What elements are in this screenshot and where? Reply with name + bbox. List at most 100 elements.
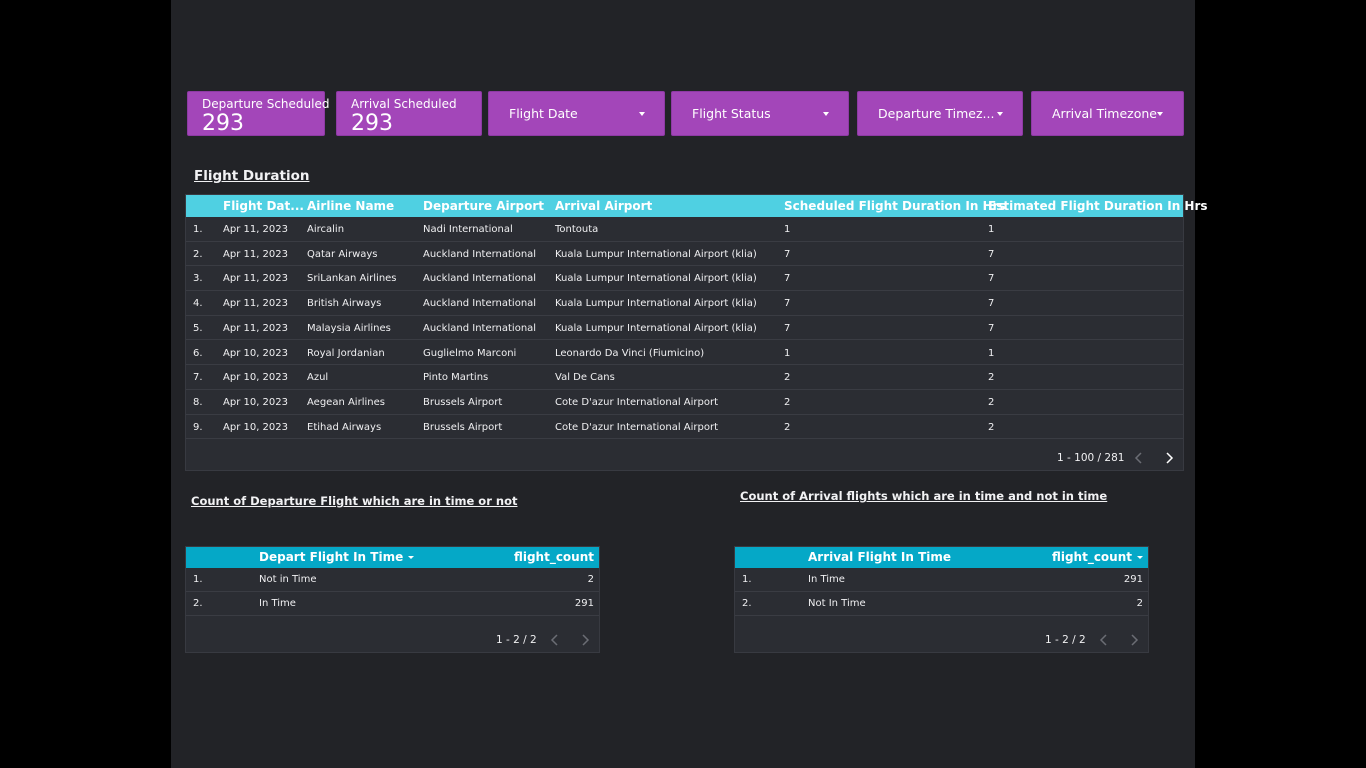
cell-airline: British Airways xyxy=(307,298,382,310)
next-page-button[interactable] xyxy=(1162,451,1176,465)
cell-estimated-duration: 1 xyxy=(988,347,995,359)
table-row: 9. Apr 10, 2023 Etihad Airways Brussels … xyxy=(186,415,1183,440)
row-number: 7. xyxy=(193,372,203,384)
filter-label: Flight Date xyxy=(509,106,578,121)
table-row: 6. Apr 10, 2023 Royal Jordanian Guglielm… xyxy=(186,341,1183,366)
prev-page-button[interactable] xyxy=(1097,633,1111,647)
cell-count: 2 xyxy=(1136,598,1143,609)
cell-scheduled-duration: 7 xyxy=(784,322,791,334)
table-row: 2. Apr 11, 2023 Qatar Airways Auckland I… xyxy=(186,242,1183,267)
scorecard-value: 293 xyxy=(351,111,393,136)
arrival-timezone-filter[interactable]: Arrival Timezone xyxy=(1031,91,1184,136)
cell-date: Apr 10, 2023 xyxy=(223,347,289,359)
table-row: 2. In Time 291 xyxy=(186,592,599,616)
cell-departure-airport: Auckland International xyxy=(423,298,537,310)
cell-airline: Azul xyxy=(307,372,329,384)
cell-estimated-duration: 2 xyxy=(988,372,995,384)
column-header-flight-count[interactable]: flight_count xyxy=(514,550,594,564)
column-header-airline-name[interactable]: Airline Name xyxy=(307,199,394,213)
next-page-button[interactable] xyxy=(578,633,592,647)
prev-page-button[interactable] xyxy=(1132,451,1146,465)
sort-caret-icon xyxy=(408,556,415,559)
cell-date: Apr 11, 2023 xyxy=(223,298,289,310)
cell-arrival-airport: Kuala Lumpur International Airport (klia… xyxy=(555,298,757,310)
cell-arrival-airport: Kuala Lumpur International Airport (klia… xyxy=(555,322,757,334)
chevron-left-icon xyxy=(1099,634,1107,646)
column-header-arrival-airport[interactable]: Arrival Airport xyxy=(555,199,652,213)
cell-departure-airport: Auckland International xyxy=(423,322,537,334)
cell-departure-airport: Pinto Martins xyxy=(423,372,489,384)
column-header-scheduled-duration[interactable]: Scheduled Flight Duration In Hrs xyxy=(784,199,1006,213)
column-header-label: Depart Flight In Time xyxy=(259,550,404,564)
filter-label: Flight Status xyxy=(692,106,771,121)
column-header-label: flight_count xyxy=(1051,550,1132,564)
departure-count-title: Count of Departure Flight which are in t… xyxy=(191,494,518,508)
table-row: 1. In Time 291 xyxy=(735,568,1148,592)
table-row: 5. Apr 11, 2023 Malaysia Airlines Auckla… xyxy=(186,316,1183,341)
column-header-estimated-duration[interactable]: Estimated Flight Duration In Hrs xyxy=(988,199,1208,213)
cell-estimated-duration: 1 xyxy=(988,224,995,235)
row-number: 1. xyxy=(193,574,203,585)
flight-duration-title: Flight Duration xyxy=(194,168,310,184)
cell-airline: Qatar Airways xyxy=(307,248,378,260)
cell-airline: Royal Jordanian xyxy=(307,347,385,359)
column-header-arrival-in-time[interactable]: Arrival Flight In Time xyxy=(808,550,951,564)
cell-airline: Etihad Airways xyxy=(307,421,382,433)
column-header-flight-date[interactable]: Flight Dat... xyxy=(223,199,304,213)
scorecard-value: 293 xyxy=(202,111,244,136)
cell-date: Apr 10, 2023 xyxy=(223,421,289,433)
cell-date: Apr 10, 2023 xyxy=(223,372,289,384)
column-header-depart-in-time[interactable]: Depart Flight In Time xyxy=(259,550,415,564)
cell-scheduled-duration: 1 xyxy=(784,347,791,359)
row-number: 1. xyxy=(742,574,752,585)
pagination-label: 1 - 2 / 2 xyxy=(496,634,537,646)
cell-airline: SriLankan Airlines xyxy=(307,273,397,285)
arrival-count-title: Count of Arrival flights which are in ti… xyxy=(740,489,1108,503)
arrival-scheduled-scorecard: Arrival Scheduled 293 xyxy=(336,91,482,136)
sort-caret-icon xyxy=(1137,556,1143,559)
flight-status-filter[interactable]: Flight Status xyxy=(671,91,849,136)
cell-arrival-airport: Cote D'azur International Airport xyxy=(555,421,719,433)
column-header-departure-airport[interactable]: Departure Airport xyxy=(423,199,544,213)
cell-date: Apr 10, 2023 xyxy=(223,396,289,408)
chevron-down-icon xyxy=(823,112,829,116)
table-row: 1. Not in Time 2 xyxy=(186,568,599,592)
cell-date: Apr 11, 2023 xyxy=(223,248,289,260)
next-page-button[interactable] xyxy=(1127,633,1141,647)
cell-departure-airport: Auckland International xyxy=(423,248,537,260)
flight-date-filter[interactable]: Flight Date xyxy=(488,91,665,136)
prev-page-button[interactable] xyxy=(548,633,562,647)
cell-airline: Aircalin xyxy=(307,224,345,235)
row-number: 2. xyxy=(193,248,203,260)
cell-arrival-airport: Kuala Lumpur International Airport (klia… xyxy=(555,273,757,285)
cell-departure-airport: Guglielmo Marconi xyxy=(423,347,517,359)
departure-timezone-filter[interactable]: Departure Timez... xyxy=(857,91,1023,136)
cell-scheduled-duration: 2 xyxy=(784,396,791,408)
row-number: 9. xyxy=(193,421,203,433)
cell-departure-airport: Brussels Airport xyxy=(423,396,503,408)
arrival-count-table: Arrival Flight In Time flight_count 1. I… xyxy=(734,546,1149,653)
chevron-right-icon xyxy=(1131,634,1139,646)
cell-arrival-airport: Leonardo Da Vinci (Fiumicino) xyxy=(555,347,705,359)
table-row: 4. Apr 11, 2023 British Airways Auckland… xyxy=(186,291,1183,316)
chevron-right-icon xyxy=(1166,452,1174,464)
cell-status: Not In Time xyxy=(808,598,866,609)
cell-count: 2 xyxy=(587,574,594,585)
cell-estimated-duration: 7 xyxy=(988,248,995,260)
chevron-left-icon xyxy=(550,634,558,646)
cell-estimated-duration: 7 xyxy=(988,298,995,310)
cell-airline: Malaysia Airlines xyxy=(307,322,391,334)
table-header: Depart Flight In Time flight_count xyxy=(186,547,599,568)
departure-count-table: Depart Flight In Time flight_count 1. No… xyxy=(185,546,600,653)
row-number: 8. xyxy=(193,396,203,408)
departure-scheduled-scorecard: Departure Scheduled 293 xyxy=(187,91,329,136)
filter-label: Departure Timez... xyxy=(878,106,995,121)
table-row: 1. Apr 11, 2023 Aircalin Nadi Internatio… xyxy=(186,217,1183,242)
table-header: Arrival Flight In Time flight_count xyxy=(735,547,1148,568)
column-header-flight-count[interactable]: flight_count xyxy=(1052,550,1143,564)
filter-label: Arrival Timezone xyxy=(1052,106,1157,121)
row-number: 2. xyxy=(193,598,203,609)
cell-scheduled-duration: 7 xyxy=(784,298,791,310)
cell-scheduled-duration: 7 xyxy=(784,248,791,260)
row-number: 2. xyxy=(742,598,752,609)
